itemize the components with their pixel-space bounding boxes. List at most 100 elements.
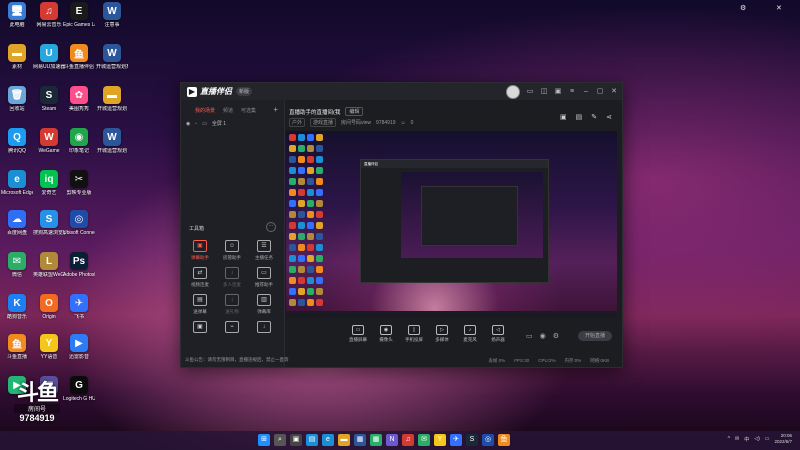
desktop-icon[interactable]: ◎ Ubisoft Connect [63,210,95,250]
start-live-button[interactable]: 开始直播 [578,331,612,341]
clock-date[interactable]: 2022/6/7 [774,439,792,445]
tab-channel[interactable]: 频道 [223,107,233,114]
scene-item[interactable]: ◉ ▫ ▭ 全屏 1 [181,114,284,128]
desktop-icon[interactable]: W 开城运营规划某个关系... [96,44,128,84]
desktop-icon[interactable]: ▬ 素材 [1,44,33,84]
skin-icon[interactable]: ▣ [554,88,562,96]
desktop-icon[interactable]: Y YY语音 [33,334,65,374]
desktop-icon[interactable]: S Steam [33,86,65,126]
desktop-icon[interactable]: K 酷狗音乐 [1,294,33,334]
taskbar-notion-icon[interactable]: N [386,434,398,446]
lock-icon[interactable]: ▫ [195,121,197,127]
tab-my-scene[interactable]: 我的场景 [195,107,215,114]
shop-icon[interactable]: ▤ [576,113,583,121]
tool-item[interactable]: ↓ 送礼物 [217,294,247,322]
desktop-icon[interactable]: ▬ 开城运营规划 [96,86,128,126]
desktop-icon[interactable]: 🖥 此电脑 [1,2,33,42]
taskbar-store-icon[interactable]: ▦ [354,434,366,446]
share-icon[interactable]: ⋖ [606,113,612,121]
tool-item[interactable]: ▤ 送弹幕 [185,294,215,322]
tray-icon[interactable]: ✉ [735,436,739,443]
desktop-icon[interactable]: S 搜狗高速浏览器 [33,210,65,250]
tray-icon[interactable]: 中 [744,436,749,443]
edit-button[interactable]: 编辑 [345,107,364,116]
taskbar-explorer-icon[interactable]: ▬ [338,434,350,446]
stream-preview[interactable]: 直播伴侣 [286,131,617,318]
tool-item[interactable]: ↓ [249,321,279,349]
more-icon[interactable]: ⋯ [266,222,276,232]
desktop-icon[interactable]: ✿ 美图秀秀 [63,86,95,126]
desktop-icon[interactable]: L 英雄联盟WeGame版 [33,252,65,292]
taskbar-wechat-icon[interactable]: ✉ [418,434,430,446]
gift-icon[interactable]: ▣ [560,113,567,121]
taskbar-edge-icon[interactable]: e [322,434,334,446]
message-icon[interactable]: ▭ [526,88,534,96]
tray-icon[interactable]: ^ [728,436,730,443]
tab-optional[interactable]: 可选集 [241,107,256,114]
desktop-icon[interactable]: ✂ 剪映专业版 [63,170,95,210]
desktop-icon[interactable]: W 注意事 [96,2,128,42]
source-control[interactable]: ◉ 摄像头 [372,325,400,343]
tool-item[interactable]: ⌁ [217,321,247,349]
taskbar-start-icon[interactable]: ⊞ [258,434,270,446]
menu-icon[interactable]: ≡ [568,88,576,96]
category-chip[interactable]: 户外 [289,118,306,127]
desktop-icon[interactable]: G Logitech G HUB [63,376,95,416]
taskbar-netease-icon[interactable]: ♫ [402,434,414,446]
close-icon[interactable]: ✕ [776,4,782,12]
taskbar-steam-icon[interactable]: S [466,434,478,446]
source-control[interactable]: ▯ 手机投屏 [400,325,428,343]
desktop-icon[interactable]: Q 腾讯QQ [1,128,33,168]
settings-icon[interactable]: ⚙ [553,332,559,340]
desktop-icon[interactable]: e Microsoft Edge [1,170,33,210]
desktop-icon[interactable]: ✈ 飞书 [63,294,95,334]
notification-icon[interactable]: ◫ [540,88,548,96]
taskbar-feishu-icon[interactable]: ✈ [450,434,462,446]
maximize-icon[interactable]: ▢ [596,88,604,96]
add-scene-icon[interactable]: + [273,105,278,114]
taskbar-widgets-icon[interactable]: ▤ [306,434,318,446]
tool-item[interactable]: ☺ 房管助手 [217,240,247,268]
taskbar-task-view-icon[interactable]: ▣ [290,434,302,446]
source-control[interactable]: ♪ 麦克风 [456,325,484,343]
close-icon[interactable]: ✕ [610,88,618,96]
desktop-icon[interactable]: W 开城运营规划 [96,128,128,168]
desktop-icon[interactable]: 鱼斗鱼直播 [1,334,33,374]
desktop-icon[interactable]: Ps Adobe Photosh... [63,252,95,292]
desktop-icon[interactable]: ◉ 印象笔记 [63,128,95,168]
desktop-icon[interactable]: iq 爱奇艺 [33,170,65,210]
desktop-icon[interactable]: W WeGame [33,128,65,168]
eye-icon[interactable]: ◉ [186,121,190,127]
taskbar-yy-icon[interactable]: Y [434,434,446,446]
taskbar-ubisoft-icon[interactable]: ◎ [482,434,494,446]
eye-icon[interactable]: ◉ [540,332,546,340]
source-control[interactable]: ▷ 多媒体 [428,325,456,343]
tool-item[interactable]: ☰ 主播任务 [249,240,279,268]
record-icon[interactable]: ▭ [526,332,533,340]
desktop-icon[interactable]: E Epic Games Launcher [63,2,95,42]
tray-icon[interactable]: ▭ [765,436,770,443]
source-control[interactable]: ◁ 扬声器 [484,325,512,343]
tool-item[interactable]: ▣ [185,321,215,349]
desktop-icon[interactable]: O Origin [33,294,65,334]
desktop-icon[interactable]: U 网易UU加速器 [33,44,65,84]
taskbar-douyu-icon[interactable]: 鱼 [498,434,510,446]
desktop-icon[interactable]: ♫ 网易云音乐 [33,2,65,42]
source-control[interactable]: ▭ 直播屏幕 [344,325,372,343]
edit-icon[interactable]: ✎ [591,113,597,121]
category-chip[interactable]: 游戏直播 [310,118,337,127]
minimize-icon[interactable]: – [582,88,590,96]
tray-icon[interactable]: ◁) [754,436,760,443]
version-badge[interactable]: 新版 [236,87,253,96]
desktop-icon[interactable]: ▶ 迅雷影音 [63,334,95,374]
tool-item[interactable]: ▣ 弹幕助手 [185,240,215,268]
taskbar-app-icon[interactable]: ▦ [370,434,382,446]
avatar[interactable] [506,85,520,99]
desktop-icon[interactable]: 🗑 回收站 [1,86,33,126]
desktop-icon[interactable]: 鱼斗鱼直播伴侣 [63,44,95,84]
desktop-icon[interactable]: ☁ 百度网盘 [1,210,33,250]
settings-icon[interactable]: ⚙ [740,4,746,12]
tool-item[interactable]: ⇄ 视频连麦 [185,267,215,295]
taskbar-search-icon[interactable]: ⌕ [274,434,286,446]
tool-item[interactable]: ▭ 推荐助手 [249,267,279,295]
